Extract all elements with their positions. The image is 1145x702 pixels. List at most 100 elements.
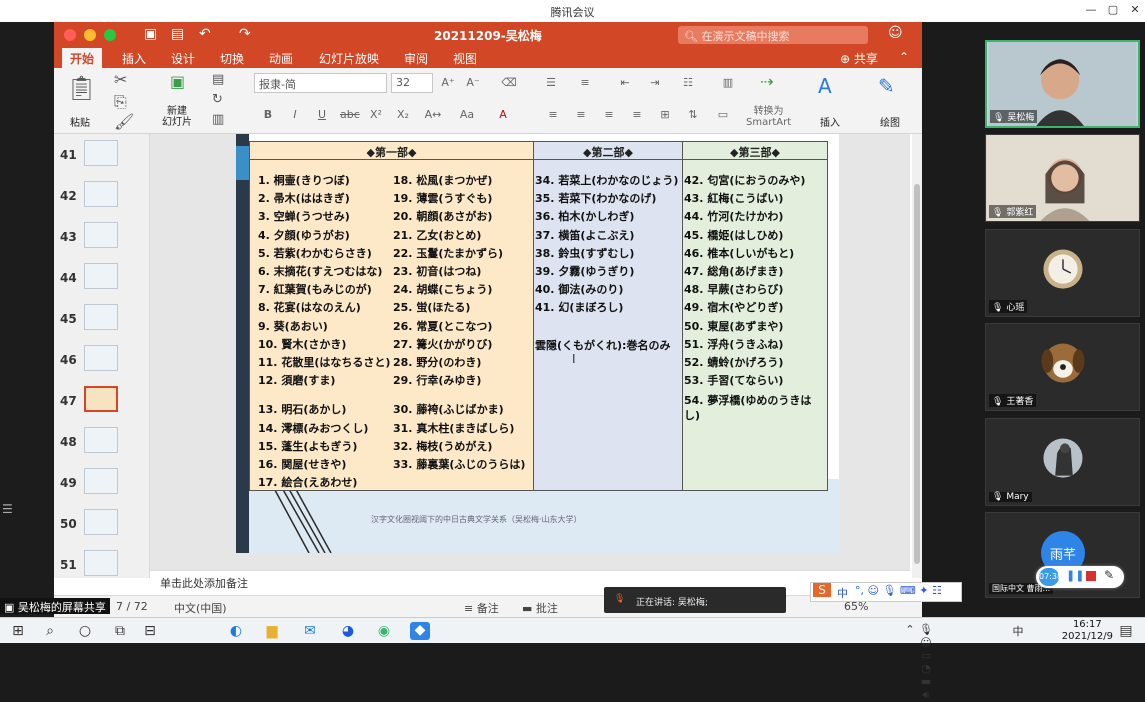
align-right-icon[interactable]: ≡ [600, 108, 618, 121]
close-dot-icon[interactable] [64, 29, 76, 41]
file-explorer-icon[interactable]: ▆ [262, 623, 282, 639]
superscript-icon[interactable]: X² [367, 108, 385, 121]
align-center-icon[interactable]: ≡ [572, 108, 590, 121]
video-tile-5[interactable]: 🎙︎ Mary [985, 418, 1140, 506]
cortana-icon[interactable]: ○ [75, 623, 95, 639]
windows-start-icon[interactable]: ⊞ [8, 623, 28, 639]
zoom-dot-icon[interactable] [104, 29, 116, 41]
scroll-thumb[interactable] [914, 184, 920, 564]
format-painter-icon[interactable]: 🖌︎ [114, 112, 134, 131]
draw-icon[interactable]: ✎ [878, 74, 895, 98]
insert-shape-icon[interactable]: A [818, 74, 832, 98]
tencent-meeting-icon[interactable]: ◆ [410, 622, 430, 640]
ime-tray[interactable]: 中 [1008, 623, 1028, 639]
ime-tools-icon[interactable]: °, ☺ 🎙︎ ⌨ ✦ ☷ [855, 584, 942, 597]
edge-icon[interactable]: ◐ [226, 623, 246, 639]
text-direction-icon[interactable]: ⇅ [684, 108, 702, 121]
change-case-icon[interactable]: Aa [458, 108, 476, 121]
decrease-indent-icon[interactable]: ⇤ [616, 76, 634, 89]
bold-icon[interactable]: B [259, 108, 277, 121]
thumbnail-42[interactable]: 42 [54, 179, 150, 220]
thumbnail-49[interactable]: 49 [54, 466, 150, 507]
align-text-icon[interactable]: ▭ [714, 108, 732, 121]
language-status[interactable]: 中文(中国) [174, 600, 227, 616]
video-tile-3[interactable]: 🎙︎ 心瑶 [985, 229, 1140, 317]
collapse-ribbon-icon[interactable]: ⌃ [899, 50, 909, 64]
ime-mode[interactable]: 中 [837, 585, 848, 601]
font-name-select[interactable]: 报隶-简 [254, 73, 387, 93]
mail-icon[interactable]: ✉ [300, 623, 320, 639]
font-color-icon[interactable]: A [494, 108, 512, 121]
justify-icon[interactable]: ≡ [628, 108, 646, 121]
copy-icon[interactable]: ⎘ [114, 92, 127, 112]
bullets-icon[interactable]: ☰ [542, 76, 560, 89]
search-input[interactable]: 🔍︎ 在演示文稿中搜索 [678, 26, 868, 44]
tab-slideshow[interactable]: 幻灯片放映 [319, 50, 379, 67]
pause-icon[interactable]: ❚❚ [1066, 569, 1084, 582]
tab-design[interactable]: 设计 [171, 50, 195, 67]
thumbnail-50[interactable]: 50 [54, 507, 150, 548]
tab-transitions[interactable]: 切换 [220, 50, 244, 67]
vertical-scrollbar[interactable] [912, 134, 922, 578]
layout-icon[interactable]: ▤ [212, 72, 224, 87]
thumbnail-41[interactable]: 41 [54, 138, 150, 179]
align-left-icon[interactable]: ≡ [544, 108, 562, 121]
line-spacing-icon[interactable]: ☷ [679, 76, 697, 89]
italic-icon[interactable]: I [286, 108, 304, 121]
sidebar-toggle-icon[interactable]: ▣ [144, 26, 157, 42]
video-tile-1[interactable]: 🎙︎ 吴松梅 [985, 40, 1140, 128]
reset-icon[interactable]: ↻ [212, 92, 223, 107]
list-icon[interactable]: ☰ [2, 502, 13, 516]
video-tile-4[interactable]: 🎙︎ 王著香 [985, 323, 1140, 411]
save-icon[interactable]: ▤ [171, 26, 184, 42]
thumbnail-44[interactable]: 44 [54, 261, 150, 302]
new-slide-icon[interactable]: ▣ [170, 72, 185, 91]
tab-insert[interactable]: 插入 [122, 50, 146, 67]
pen-icon[interactable]: ✎ [1104, 568, 1114, 582]
smartart-icon[interactable]: ⇢ [760, 72, 773, 91]
tab-home[interactable]: 开始 [62, 48, 103, 68]
thumbnail-51[interactable]: 51 [54, 548, 150, 589]
slide[interactable]: ◆第一部◆ 1. 桐壷(きりつぼ) 2. 帚木(ははきぎ) 3. 空蝉(うつせみ) 4… [236, 134, 839, 553]
tray-apps-icon[interactable]: 🎙︎ ☺ ▭ ◔ ▬ 🔊︎ [916, 623, 936, 702]
clear-format-icon[interactable]: ⌫ [500, 76, 518, 89]
sogou-icon[interactable]: S [813, 583, 831, 597]
restore-icon[interactable]: ▢ [1105, 3, 1121, 16]
paste-icon[interactable]: 📋︎ [66, 74, 96, 102]
font-size-select[interactable]: 32 [391, 73, 433, 93]
close-icon[interactable]: ✕ [1127, 3, 1143, 16]
clock[interactable]: 16:17 2021/12/9 [1062, 619, 1113, 643]
notes-toggle[interactable]: ≡ 备注 [464, 600, 499, 616]
thumbnail-48[interactable]: 48 [54, 425, 150, 466]
thumbnail-45[interactable]: 45 [54, 302, 150, 343]
underline-icon[interactable]: U [313, 108, 331, 121]
undo-icon[interactable]: ↶ [199, 26, 211, 42]
tab-animations[interactable]: 动画 [269, 50, 293, 67]
share-button[interactable]: ⊕ 共享 [840, 50, 878, 67]
tab-review[interactable]: 审阅 [404, 50, 428, 67]
grow-font-icon[interactable]: A⁺ [439, 76, 457, 89]
widget-icon[interactable]: ⊟ [140, 623, 160, 639]
shrink-font-icon[interactable]: A⁻ [464, 76, 482, 89]
notification-icon[interactable]: ▤ [1116, 623, 1136, 639]
strikethrough-icon[interactable]: abc [340, 108, 360, 121]
thumbnail-47[interactable]: 47 [54, 384, 150, 425]
stop-icon[interactable] [1086, 571, 1096, 581]
columns-icon[interactable]: ▥ [719, 76, 737, 89]
minimize-icon[interactable]: — [1083, 3, 1099, 16]
video-tile-2[interactable]: 🎙︎ 郭紫红 [985, 134, 1140, 222]
char-spacing-icon[interactable]: A↔ [424, 108, 442, 121]
thumbnail-46[interactable]: 46 [54, 343, 150, 384]
search-icon[interactable]: ⌕ [40, 623, 60, 639]
redo-icon[interactable]: ↷ [239, 26, 251, 42]
tab-view[interactable]: 视图 [453, 50, 477, 67]
notes-pane[interactable]: 单击此处添加备注 [150, 570, 910, 592]
browser-icon[interactable]: ◉ [374, 623, 394, 639]
smiley-icon[interactable]: ☺ [888, 25, 903, 41]
comments-toggle[interactable]: ▬ 批注 [522, 600, 558, 616]
lenovo-icon[interactable]: ◕ [338, 623, 358, 639]
increase-indent-icon[interactable]: ⇥ [646, 76, 664, 89]
minimize-dot-icon[interactable] [84, 29, 96, 41]
section-icon[interactable]: ▥ [212, 112, 224, 127]
distributed-icon[interactable]: ⊞ [656, 108, 674, 121]
